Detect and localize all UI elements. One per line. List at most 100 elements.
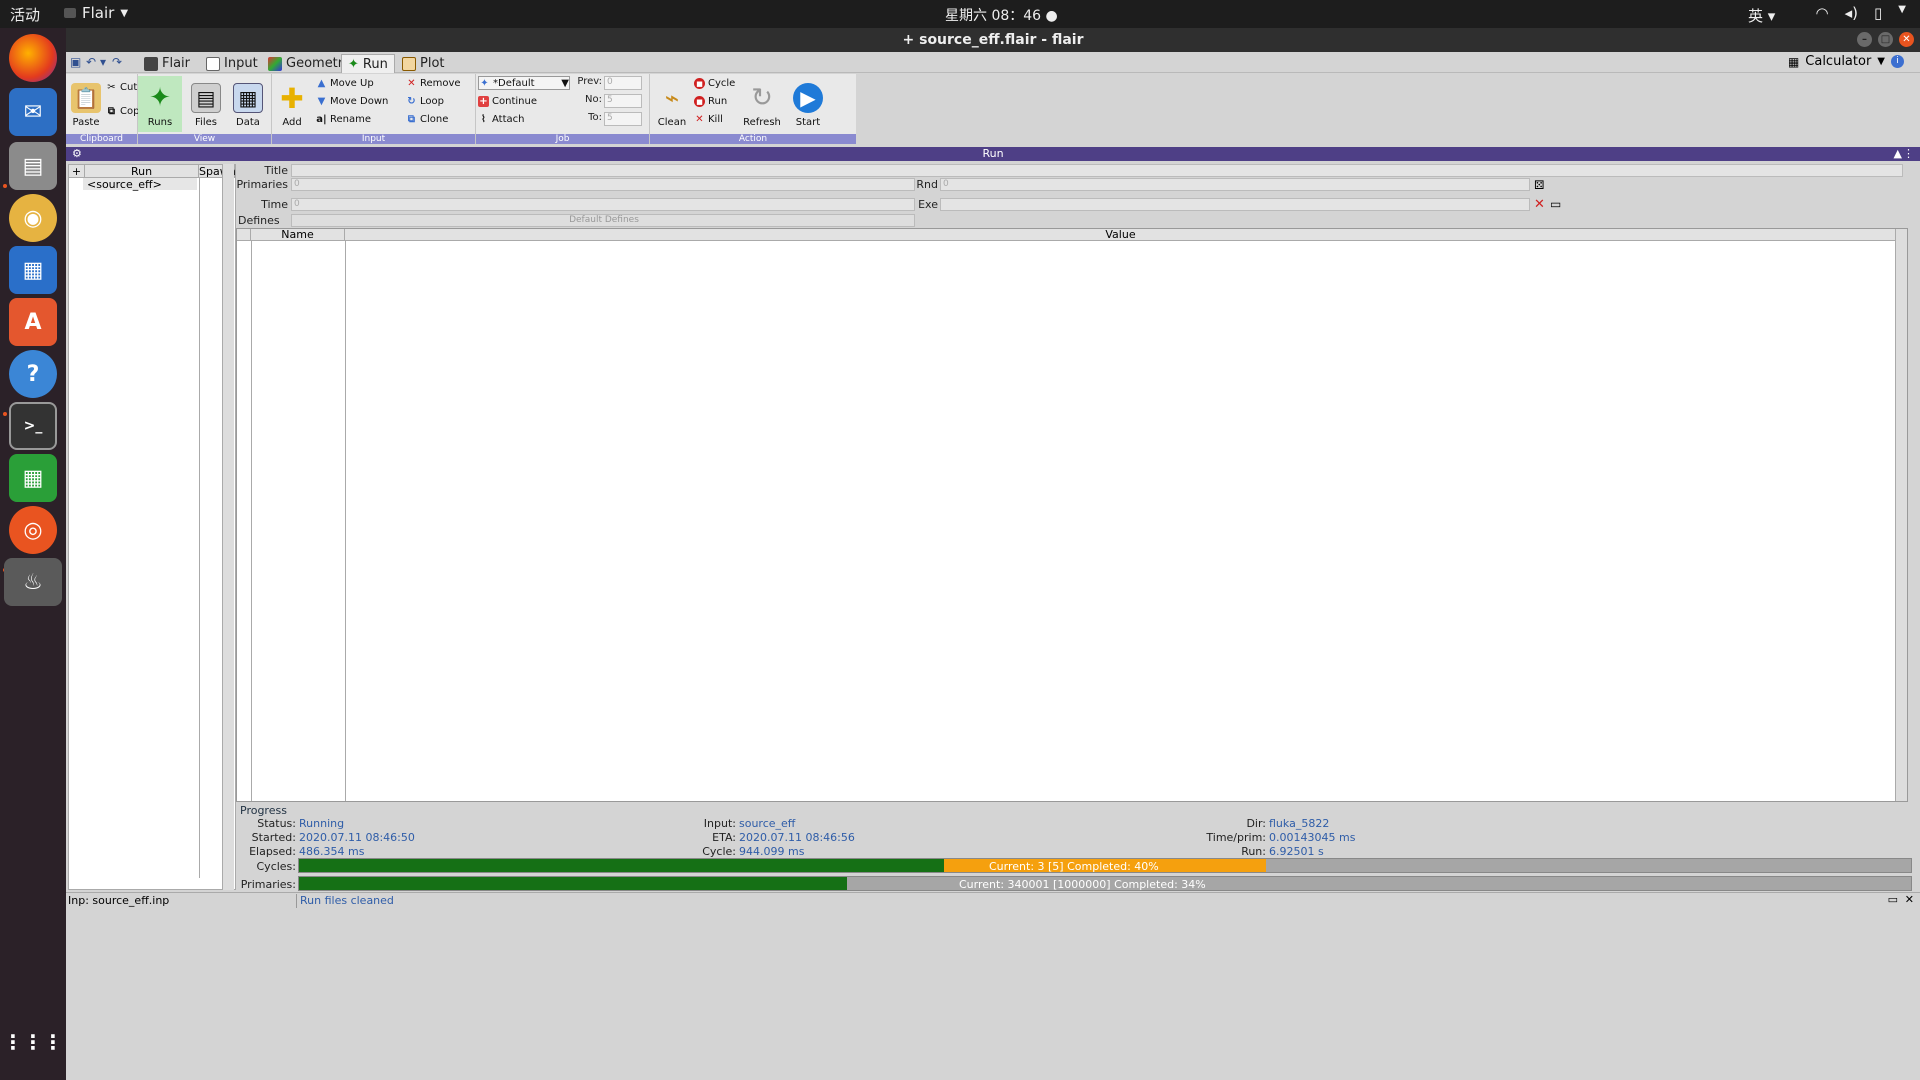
help-icon[interactable]: ? bbox=[9, 350, 57, 398]
clock[interactable]: 星期六 08：46 ● bbox=[945, 5, 1058, 25]
randomize-icon[interactable]: ⚄ bbox=[1534, 178, 1544, 192]
kill-button[interactable]: ✕ Kill bbox=[694, 114, 723, 125]
save-icon[interactable]: ▣ bbox=[70, 55, 81, 69]
terminal-icon[interactable]: >_ bbox=[9, 402, 57, 450]
loop-icon: ↻ bbox=[407, 96, 416, 107]
loop-label: Loop bbox=[420, 96, 444, 107]
info-icon[interactable]: i bbox=[1891, 55, 1904, 68]
data-button[interactable]: ▦ Data bbox=[228, 76, 268, 132]
activities-button[interactable]: 活动 bbox=[10, 4, 40, 25]
files-icon: ▤ bbox=[191, 83, 221, 113]
app-menu[interactable]: Flair ▼ bbox=[64, 4, 128, 22]
tab-plot[interactable]: Plot bbox=[396, 54, 451, 73]
grip-icon[interactable]: ⋮ bbox=[1903, 147, 1914, 161]
tab-input[interactable]: Input bbox=[200, 54, 264, 73]
run-panel-header: ⚙ Run ▲ ⋮ bbox=[66, 147, 1920, 161]
refresh-label: Refresh bbox=[743, 117, 781, 128]
loop-button[interactable]: ↻ Loop bbox=[406, 96, 444, 107]
col-run-header[interactable]: Run bbox=[85, 165, 199, 178]
stop-icon: ■ bbox=[694, 96, 705, 107]
primaries-progress-bar: Current: 340001 [1000000] Completed: 34% bbox=[298, 876, 1912, 891]
stop-cycle-button[interactable]: ■ Cycle bbox=[694, 78, 735, 89]
table-scrollbar[interactable] bbox=[1895, 229, 1907, 801]
software-center-icon[interactable]: A bbox=[9, 298, 57, 346]
files-icon[interactable]: ▤ bbox=[9, 142, 57, 190]
settings-icon[interactable]: ⚙ bbox=[72, 147, 82, 161]
refresh-icon: ↻ bbox=[751, 83, 773, 113]
ubuntu-icon[interactable]: ◎ bbox=[9, 506, 57, 554]
continue-button[interactable]: + Continue bbox=[478, 96, 537, 107]
arrow-up-icon: ▲ bbox=[317, 78, 326, 89]
ribbon-toolbar: 📋 Paste ✂ Cut ⧉ Copy Clipboard ✦ Runs ▤ … bbox=[66, 74, 856, 144]
flair-dock-icon[interactable]: ♨ bbox=[4, 558, 62, 606]
cycles-progress-bar: Current: 3 [5] Completed: 40% bbox=[298, 858, 1912, 873]
primaries-input[interactable]: 0 bbox=[291, 178, 915, 191]
col-value-header[interactable]: Value bbox=[345, 229, 1897, 241]
files-button[interactable]: ▤ Files bbox=[186, 76, 226, 132]
remove-button[interactable]: ✕ Remove bbox=[406, 78, 460, 89]
dock: ✉ ▤ ◉ ▦ A ? >_ ▦ ◎ ♨ ⋮⋮⋮ bbox=[0, 28, 66, 1080]
tools-icon[interactable]: ✕ bbox=[1905, 893, 1914, 906]
col-name-header[interactable]: Name bbox=[251, 229, 345, 241]
writer-icon[interactable]: ▦ bbox=[9, 246, 57, 294]
expand-all-button[interactable]: + bbox=[69, 165, 85, 178]
minimize-button[interactable]: – bbox=[1857, 32, 1872, 47]
stop-run-button[interactable]: ■ Run bbox=[694, 96, 727, 107]
prev-spinbox[interactable]: 0 bbox=[604, 76, 642, 90]
tab-run[interactable]: ✦ Run bbox=[341, 54, 395, 73]
chevron-down-icon[interactable]: ▾ bbox=[100, 55, 106, 69]
move-up-button[interactable]: ▲ Move Up bbox=[316, 78, 374, 89]
rename-icon: a| bbox=[316, 114, 327, 125]
system-tray[interactable]: ◠ ◂) ▯ ▼ bbox=[1816, 4, 1906, 22]
rename-button[interactable]: a| Rename bbox=[316, 114, 371, 125]
monitor-icon[interactable]: ▭ bbox=[1888, 893, 1898, 906]
input-method-indicator[interactable]: 英 ▾ bbox=[1748, 5, 1775, 26]
mail-icon[interactable]: ✉ bbox=[9, 88, 57, 136]
no-spinbox[interactable]: 5 bbox=[604, 94, 642, 108]
add-button[interactable]: ✚ Add bbox=[272, 76, 312, 132]
move-down-label: Move Down bbox=[330, 96, 389, 107]
start-label: Start bbox=[795, 117, 821, 128]
calc-sheet-icon[interactable]: ▦ bbox=[9, 454, 57, 502]
queue-select[interactable]: ✦ *Default ▼ bbox=[478, 76, 570, 90]
default-defines-button[interactable]: Default Defines bbox=[291, 214, 915, 227]
maximize-button[interactable]: □ bbox=[1878, 32, 1893, 47]
exe-input[interactable] bbox=[940, 198, 1530, 211]
job-group: ✦ *Default ▼ + Continue ⌇ Attach Prev: 0… bbox=[476, 74, 650, 144]
attach-button[interactable]: ⌇ Attach bbox=[478, 114, 524, 125]
folder-icon[interactable]: ▭ bbox=[1550, 197, 1561, 211]
undo-icon[interactable]: ↶ bbox=[86, 55, 96, 69]
firefox-icon[interactable] bbox=[9, 34, 57, 82]
runs-button[interactable]: ✦ Runs bbox=[138, 76, 182, 132]
run-list: + Run Spawn <source_eff> bbox=[68, 164, 236, 890]
clean-button[interactable]: ⌁ Clean bbox=[652, 76, 692, 132]
timeprim-label: Time/prim: bbox=[1206, 831, 1266, 844]
warning-icon[interactable]: ▲ bbox=[1894, 147, 1902, 161]
rnd-input[interactable]: 0 bbox=[940, 178, 1530, 191]
to-spinbox[interactable]: 5 bbox=[604, 112, 642, 126]
kill-label: Kill bbox=[708, 114, 723, 125]
clone-button[interactable]: ⧉ Clone bbox=[406, 114, 448, 125]
start-button[interactable]: ▶ Start bbox=[788, 76, 828, 132]
run-list-scrollbar[interactable] bbox=[222, 164, 234, 890]
time-input[interactable]: 0 bbox=[291, 198, 915, 211]
close-button[interactable]: ✕ bbox=[1899, 32, 1914, 47]
list-item[interactable]: <source_eff> bbox=[83, 178, 197, 191]
tab-flair[interactable]: Flair bbox=[138, 54, 196, 73]
cut-button[interactable]: ✂ Cut bbox=[106, 82, 137, 93]
redo-icon[interactable]: ↷ bbox=[112, 55, 122, 69]
window-title: + source_eff.flair - flair bbox=[902, 32, 1084, 48]
title-input[interactable] bbox=[291, 164, 1903, 177]
show-applications-icon[interactable]: ⋮⋮⋮ bbox=[3, 1018, 63, 1066]
runs-label: Runs bbox=[147, 117, 173, 128]
move-down-button[interactable]: ▼ Move Down bbox=[316, 96, 389, 107]
music-icon[interactable]: ◉ bbox=[9, 194, 57, 242]
calculator-widget[interactable]: ▦ Calculator ▼ i bbox=[1788, 54, 1904, 69]
rnd-value: 0 bbox=[943, 179, 949, 189]
clear-exe-icon[interactable]: ✕ bbox=[1534, 197, 1545, 212]
paste-button[interactable]: 📋 Paste bbox=[66, 76, 106, 132]
refresh-button[interactable]: ↻ Refresh bbox=[740, 76, 784, 132]
view-group-label: View bbox=[138, 134, 271, 144]
window-titlebar[interactable]: + source_eff.flair - flair – □ ✕ bbox=[66, 28, 1920, 52]
primaries-label: Primaries bbox=[236, 178, 288, 191]
